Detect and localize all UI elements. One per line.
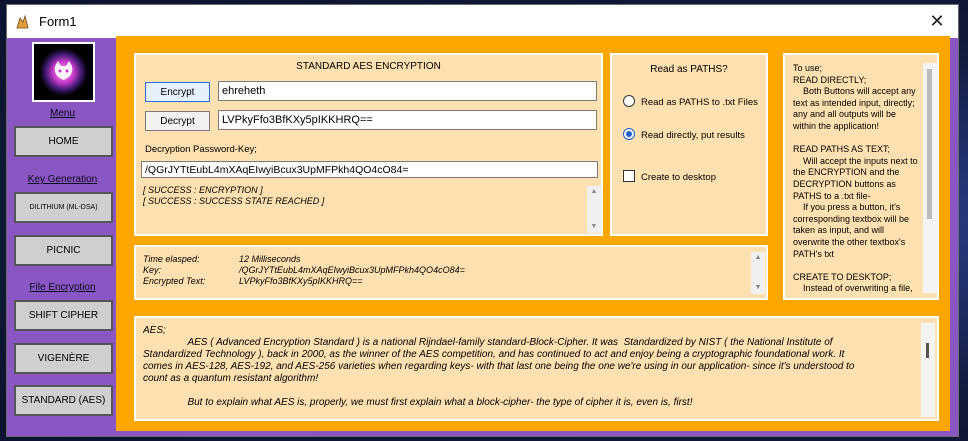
dilithium-button[interactable]: DILITHIUM (ML-DSA) (14, 192, 113, 223)
encrypt-input[interactable]: ehreheth (218, 81, 597, 101)
standard-aes-button[interactable]: STANDARD (AES) (14, 385, 113, 416)
result-key: Encrypted Text: (143, 276, 206, 286)
result-key: Time elasped: (143, 254, 200, 264)
create-to-desktop-label: Create to desktop (641, 172, 716, 183)
window-title: Form1 (39, 14, 77, 29)
about-scrollbar[interactable] (921, 323, 935, 417)
vigenere-button[interactable]: VIGENÈRE (14, 343, 113, 374)
read-direct-radio[interactable] (623, 128, 635, 140)
result-value: /QGrJYTtEubL4mXAqEIwyiBcux3UpMFPkh4QO4cO… (239, 265, 465, 275)
picnic-button[interactable]: PICNIC (14, 235, 113, 266)
result-row: Key: /QGrJYTtEubL4mXAqEIwyiBcux3UpMFPkh4… (143, 265, 465, 276)
help-text: To use; READ DIRECTLY; Both Buttons will… (793, 63, 918, 294)
sidebar: Menu HOME Key Generation DILITHIUM (ML-D… (7, 38, 118, 436)
help-panel: To use; READ DIRECTLY; Both Buttons will… (780, 50, 942, 303)
close-button[interactable]: ✕ (926, 11, 948, 33)
read-paths-label: Read as PATHS to .txt Files (641, 97, 758, 108)
scroll-up-arrow-icon[interactable]: ▲ (751, 252, 765, 264)
read-options-panel: Read as PATHS? Read as PATHS to .txt Fil… (607, 50, 771, 239)
aes-title: STANDARD AES ENCRYPTION (296, 61, 441, 72)
key-generation-label: Key Generation (27, 174, 98, 185)
scroll-up-arrow-icon[interactable]: ▲ (587, 186, 601, 198)
help-scroll-thumb[interactable] (927, 69, 932, 219)
status-scrollbar[interactable]: ▲ ▼ (587, 186, 601, 233)
home-button[interactable]: HOME (14, 126, 113, 157)
main-area: STANDARD AES ENCRYPTION Encrypt ehreheth… (116, 36, 950, 431)
app-icon (16, 14, 29, 29)
create-to-desktop-checkbox[interactable] (623, 170, 635, 182)
status-line: [ SUCCESS : ENCRYPTION ] (143, 185, 263, 195)
result-key: Key: (143, 265, 162, 275)
decrypt-input[interactable]: LVPkyFfo3BfKXy5pIKKHRQ== (218, 110, 597, 130)
read-paths-radio[interactable] (623, 95, 635, 107)
encrypt-button[interactable]: Encrypt (145, 82, 210, 102)
file-encryption-label: File Encryption (29, 282, 96, 293)
scroll-down-arrow-icon[interactable]: ▼ (587, 221, 601, 233)
aes-panel: STANDARD AES ENCRYPTION Encrypt ehreheth… (131, 50, 606, 239)
help-scrollbar[interactable] (923, 63, 937, 293)
scroll-down-arrow-icon[interactable]: ▼ (751, 282, 765, 294)
password-key-input[interactable]: /QGrJYTtEubL4mXAqEIwyiBcux3UpMFPkh4QO4cO… (141, 161, 598, 178)
results-scrollbar[interactable]: ▲ ▼ (751, 252, 765, 294)
result-value: LVPkyFfo3BfKXy5pIKKHRQ== (239, 276, 363, 286)
status-output: [ SUCCESS : ENCRYPTION ] [ SUCCESS : SUC… (143, 185, 324, 207)
results-output: Time elasped: 12 Milliseconds Key: /QGrJ… (143, 254, 465, 287)
about-text: AES; AES ( Advanced Encryption Standard … (143, 325, 855, 408)
about-scroll-thumb[interactable] (926, 343, 929, 358)
shift-cipher-button[interactable]: SHIFT CIPHER (14, 300, 113, 331)
decrypt-button[interactable]: Decrypt (145, 111, 210, 131)
status-line: [ SUCCESS : SUCCESS STATE REACHED ] (143, 196, 325, 206)
password-key-label: Decryption Password-Key; (145, 144, 257, 155)
read-options-title: Read as PATHS? (650, 64, 728, 75)
result-row: Time elasped: 12 Milliseconds (143, 254, 465, 265)
results-panel: Time elasped: 12 Milliseconds Key: /QGrJ… (131, 242, 771, 303)
read-direct-label: Read directly, put results (641, 130, 745, 141)
app-logo (32, 42, 95, 102)
menu-label: Menu (49, 108, 75, 119)
title-bar[interactable]: Form1 ✕ (7, 5, 958, 38)
result-value: 12 Milliseconds (239, 254, 301, 264)
result-row: Encrypted Text: LVPkyFfo3BfKXy5pIKKHRQ== (143, 276, 465, 287)
about-panel: AES; AES ( Advanced Encryption Standard … (131, 313, 942, 424)
